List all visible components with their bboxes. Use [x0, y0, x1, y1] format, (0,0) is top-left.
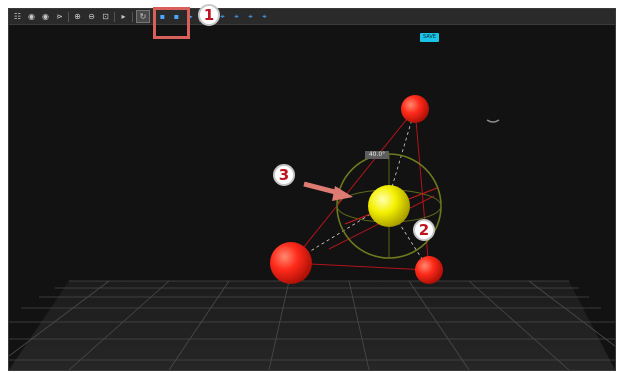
red-sphere-right[interactable] [415, 256, 443, 284]
callout-2: 2 [413, 219, 435, 241]
floor-grid [9, 280, 615, 370]
node-unlink-icon[interactable]: ⌖ [259, 11, 270, 22]
grid-icon[interactable]: ☷ [12, 11, 23, 22]
wireframe-edges [290, 108, 435, 271]
pointer-icon[interactable]: ▸ [118, 11, 129, 22]
callout-arrow [303, 181, 353, 201]
save-badge[interactable]: SAVE [420, 33, 439, 42]
hierarchy-icon[interactable]: ⋗ [54, 11, 65, 22]
rotate-icon[interactable]: ↻ [136, 10, 150, 23]
zoom-in-icon[interactable]: ⊕ [72, 11, 83, 22]
red-sphere-left[interactable] [270, 242, 312, 284]
camera-icon[interactable]: ◉ [26, 11, 37, 22]
node-remove-icon[interactable]: ⌖ [231, 11, 242, 22]
callout-3: 3 [273, 164, 295, 186]
zoom-out-icon[interactable]: ⊖ [86, 11, 97, 22]
rotation-angle-label: 40.0° [365, 151, 389, 159]
toolbar-divider [132, 11, 133, 22]
distant-object [486, 119, 500, 123]
camera-icon[interactable]: ◉ [40, 11, 51, 22]
viewport-window: ☷ ◉ ◉ ⋗ ⊕ ⊖ ⊡ ▸ ↻ ▪ ▪ ▸ ◉ ⌖ ⌖ ⌖ ⌖ [8, 8, 616, 371]
yellow-sphere-selected[interactable] [368, 185, 410, 227]
zoom-fit-icon[interactable]: ⊡ [100, 11, 111, 22]
node-link-icon[interactable]: ⌖ [245, 11, 256, 22]
scene-canvas[interactable] [9, 26, 615, 370]
callout-1: 1 [198, 4, 220, 26]
toolbar-highlight-box [153, 7, 190, 39]
dashed-edges [290, 108, 430, 271]
red-sphere-top[interactable] [401, 95, 429, 123]
toolbar-divider [114, 11, 115, 22]
viewport-toolbar: ☷ ◉ ◉ ⋗ ⊕ ⊖ ⊡ ▸ ↻ ▪ ▪ ▸ ◉ ⌖ ⌖ ⌖ ⌖ [9, 9, 615, 25]
toolbar-divider [68, 11, 69, 22]
3d-viewport[interactable] [9, 26, 615, 370]
